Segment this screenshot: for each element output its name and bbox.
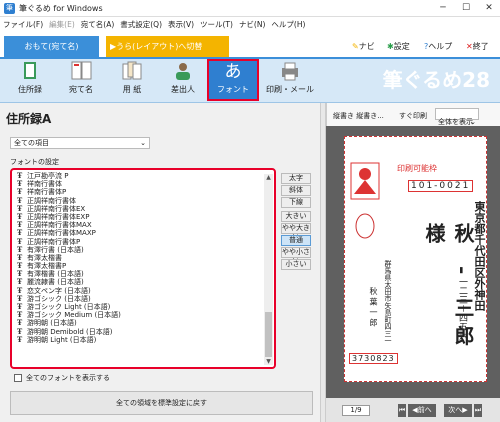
orientation-label[interactable]: 縦書き 縦書き... xyxy=(333,111,384,121)
menu-file[interactable]: ファイル(F) xyxy=(0,17,46,32)
list-item[interactable]: Ŧ 麗流隷書 (日本語) xyxy=(12,278,274,287)
size-slightly-small-button[interactable]: やや小さい xyxy=(281,247,311,265)
scroll-down-icon[interactable]: ▼ xyxy=(264,358,273,365)
chevron-right-icon: ▶ xyxy=(462,406,468,414)
menu-address[interactable]: 宛て名(A) xyxy=(78,17,117,32)
menu-tools[interactable]: ツール(T) xyxy=(197,17,236,32)
scroll-thumb[interactable] xyxy=(265,312,272,357)
chevron-down-icon: ⌄ xyxy=(140,139,146,147)
address-book-icon xyxy=(24,62,36,79)
navi-link[interactable]: ✎ナビ xyxy=(352,41,375,52)
underline-button[interactable]: 下線 xyxy=(281,197,311,208)
printable-area-label: 印刷可能枠 xyxy=(397,164,437,173)
sender-name[interactable]: 秋 葉 一 郎 xyxy=(368,287,379,327)
postcard-icon xyxy=(71,61,92,80)
list-item[interactable]: Ŧ 祥南行書体P xyxy=(12,188,274,197)
help-link[interactable]: ?ヘルプ xyxy=(424,41,452,52)
stamp-icon xyxy=(350,162,380,200)
minimize-button[interactable]: ─ xyxy=(432,0,454,17)
preview-toolbar: 縦書き 縦書き... すぐ印刷 全体を表示 ⌄ xyxy=(326,103,500,126)
list-item[interactable]: Ŧ 游明朝 Demibold (日本語) xyxy=(12,327,274,336)
sender-button[interactable]: 差出人 xyxy=(158,61,208,101)
close-button[interactable]: ✕ xyxy=(478,0,500,17)
size-normal-button[interactable]: 普通 xyxy=(281,235,311,246)
postcard-preview: 印刷可能枠 101-0021 東京都千代田区外神田 一二三－四五六 秋 - 三郎… xyxy=(344,136,487,382)
italic-button[interactable]: 斜体 xyxy=(281,185,311,196)
printer-icon xyxy=(282,62,298,81)
font-button[interactable]: あ フォント xyxy=(207,59,259,101)
sender-address[interactable]: 群馬県太田市矢島町四三一 xyxy=(383,260,393,344)
list-item[interactable]: Ŧ 游ゴシック (日本語) xyxy=(12,294,274,303)
size-small-button[interactable]: 小さい xyxy=(281,259,311,270)
panel-title: 住所録A xyxy=(6,112,52,126)
font-list[interactable]: Ŧ 江戸勘亭流 P Ŧ 祥南行書体 Ŧ 祥南行書体P Ŧ 正調祥南行書体 Ŧ 正調祥南行書… xyxy=(10,168,276,369)
title-bar: 筆 筆ぐるめ for Windows ─ ☐ ✕ xyxy=(0,0,500,17)
menu-edit[interactable]: 編集(E) xyxy=(46,17,78,32)
app-icon: 筆 xyxy=(4,3,15,14)
close-icon: ✕ xyxy=(466,42,473,51)
bold-button[interactable]: 太字 xyxy=(281,173,311,184)
list-item[interactable]: Ŧ 游明朝 (日本語) xyxy=(12,319,274,328)
scroll-up-icon[interactable]: ▲ xyxy=(264,174,273,181)
product-logo: 筆ぐるめ28 xyxy=(382,68,490,92)
category-select[interactable]: 全ての項目 ⌄ xyxy=(10,137,150,149)
menu-help[interactable]: ヘルプ(H) xyxy=(268,17,308,32)
list-item[interactable]: Ŧ 正調祥南行書体EX xyxy=(12,204,274,213)
menu-view[interactable]: 表示(V) xyxy=(165,17,197,32)
ribbon-toolbar: 住所録 宛て名 用 紙 差出人 あ フォント 印刷・メール 筆ぐるめ28 xyxy=(0,57,500,103)
list-item[interactable]: Ŧ 正調祥南行書体 xyxy=(12,196,274,205)
front-mode-tab[interactable]: おもて(宛て名) xyxy=(4,36,99,57)
menu-navi[interactable]: ナビ(N) xyxy=(236,17,268,32)
list-item[interactable]: Ŧ 正調祥南行書体MAXP xyxy=(12,229,274,238)
size-slightly-large-button[interactable]: やや大きい xyxy=(281,223,311,241)
last-page-button[interactable]: ⏭ xyxy=(474,404,482,417)
reset-defaults-button[interactable]: 全ての領域を標準設定に戻す xyxy=(10,391,313,415)
postal-code-field[interactable]: 101-0021 xyxy=(408,180,474,192)
checkbox-box[interactable] xyxy=(14,374,22,382)
menu-format[interactable]: 書式設定(Q) xyxy=(117,17,165,32)
list-item[interactable]: Ŧ 游ゴシック Light (日本語) xyxy=(12,302,274,311)
maximize-button[interactable]: ☐ xyxy=(455,0,477,17)
navi-icon: ✎ xyxy=(352,42,359,51)
list-item[interactable]: Ŧ 正調祥南行書体EXP xyxy=(12,212,274,221)
quick-print-button[interactable]: すぐ印刷 xyxy=(399,111,427,121)
list-item[interactable]: Ŧ 游明朝 Light (日本語) xyxy=(12,334,274,344)
paper-button[interactable]: 用 紙 xyxy=(107,61,157,101)
view-select[interactable]: 全体を表示 ⌄ xyxy=(435,108,479,126)
prev-page-button[interactable]: ◀前へ xyxy=(408,404,436,417)
list-item[interactable]: Ŧ 有澤太楷書 xyxy=(12,253,274,262)
window-title: 筆ぐるめ for Windows xyxy=(19,4,103,13)
recipient-name[interactable]: 秋 - 三郎 様 xyxy=(420,223,478,381)
next-page-button[interactable]: 次へ▶ xyxy=(444,404,472,417)
postmark-icon xyxy=(355,213,375,239)
size-large-button[interactable]: 大きい xyxy=(281,211,311,222)
font-glyph-icon: あ xyxy=(224,62,242,82)
list-item[interactable]: Ŧ 江戸勘亭流 P xyxy=(12,171,274,180)
list-item[interactable]: Ŧ 恋文ペン字 (日本語) xyxy=(12,286,274,295)
list-item[interactable]: Ŧ 有澤行書 (日本語) xyxy=(12,245,274,254)
address-book-button[interactable]: 住所録 xyxy=(5,61,55,101)
page-indicator[interactable]: 1/9 xyxy=(342,405,370,416)
print-mail-button[interactable]: 印刷・メール xyxy=(261,61,319,101)
font-settings-label: フォントの設定 xyxy=(10,158,59,166)
font-list-scrollbar[interactable]: ▲ ▼ xyxy=(264,174,273,365)
gear-icon: ✱ xyxy=(387,42,394,51)
menu-bar: ファイル(F) 編集(E) 宛て名(A) 書式設定(Q) 表示(V) ツール(T) ナビ(N… xyxy=(0,17,500,32)
mode-bar: おもて(宛て名) ▶うら(レイアウト)へ切替 ✎ナビ ✱設定 ?ヘルプ ✕終了 xyxy=(0,32,500,57)
show-all-fonts-checkbox[interactable]: 全てのフォントを表示する xyxy=(14,373,110,383)
first-page-button[interactable]: ⏮ xyxy=(398,404,406,417)
truetype-icon: Ŧ xyxy=(17,334,23,344)
paper-icon xyxy=(122,61,142,80)
address-name-button[interactable]: 宛て名 xyxy=(56,61,106,101)
settings-link[interactable]: ✱設定 xyxy=(387,41,410,52)
exit-link[interactable]: ✕終了 xyxy=(466,41,489,52)
sender-postal-code[interactable]: 3730823 xyxy=(349,353,398,364)
list-item[interactable]: Ŧ 正調祥南行書体P xyxy=(12,237,274,246)
switch-back-mode-button[interactable]: ▶うら(レイアウト)へ切替 xyxy=(106,36,229,57)
person-icon xyxy=(176,63,190,80)
